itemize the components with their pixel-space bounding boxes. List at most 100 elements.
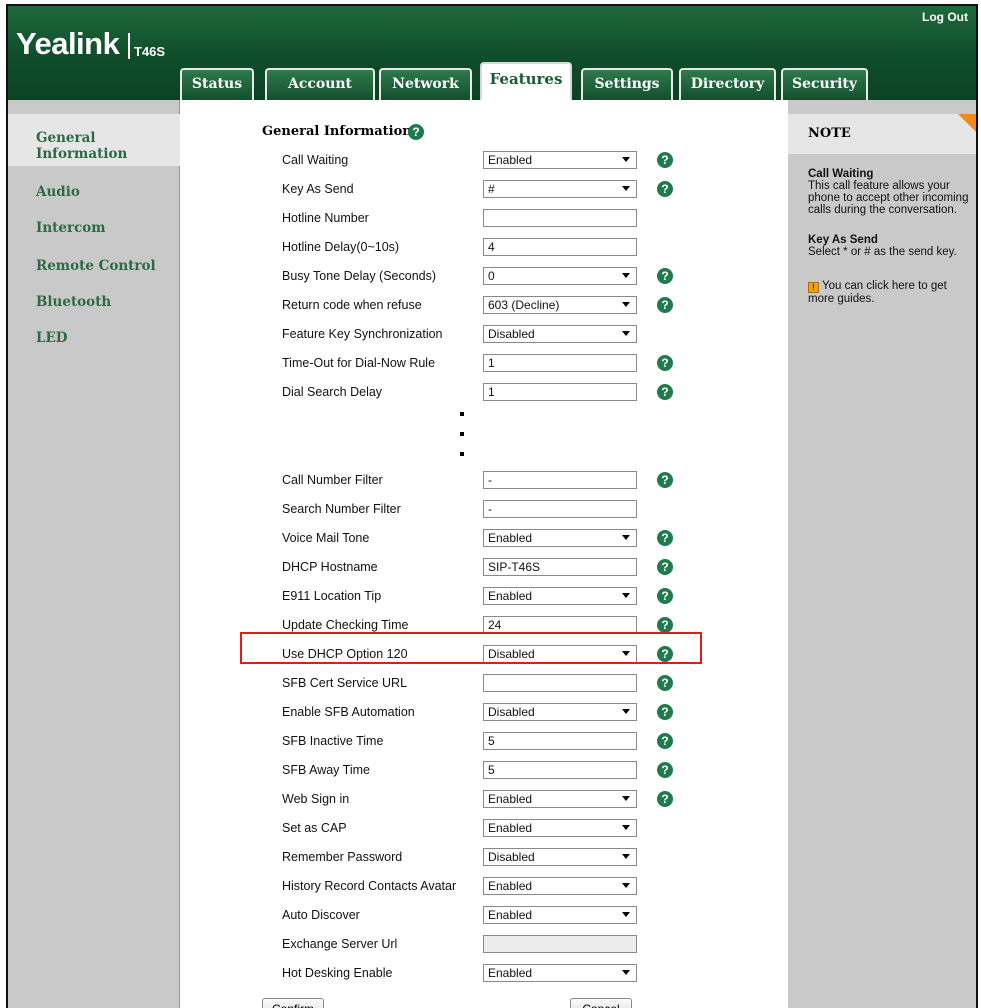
model-label: T46S [134,44,166,59]
voice-mail-tone-label: Voice Mail Tone [282,531,370,545]
sidebar-item-general-information[interactable]: General Information [36,130,127,162]
set-as-cap-select[interactable]: Enabled [483,819,637,837]
key-as-send-value: # [488,182,495,196]
guide-book-icon: ! [808,282,819,293]
remember-password-label: Remember Password [282,850,403,864]
help-icon[interactable]: ? [657,588,673,604]
section-help-icon[interactable]: ? [408,124,424,140]
feature-key-synchronization-value: Disabled [488,327,535,341]
call-number-filter-input[interactable]: - [483,471,637,489]
history-record-contacts-avatar-select[interactable]: Enabled [483,877,637,895]
cancel-button[interactable]: Cancel [570,998,632,1008]
help-icon[interactable]: ? [657,704,673,720]
help-icon[interactable]: ? [657,268,673,284]
help-icon[interactable]: ? [657,617,673,633]
web-sign-in-select[interactable]: Enabled [483,790,637,808]
history-record-contacts-avatar-value: Enabled [488,879,533,893]
sfb-cert-service-url-input[interactable] [483,674,637,692]
sfb-away-time-input[interactable]: 5 [483,761,637,779]
note-panel: NOTE Call Waiting This call feature allo… [788,100,976,1008]
help-icon[interactable]: ? [657,355,673,371]
feature-key-synchronization-label: Feature Key Synchronization [282,327,443,341]
dial-search-delay-input[interactable]: 1 [483,383,637,401]
note-key-as-send-title: Key As Send [808,234,878,246]
help-icon[interactable]: ? [657,297,673,313]
logout-link[interactable]: Log Out [922,10,968,24]
key-as-send-label: Key As Send [282,182,354,196]
hot-desking-enable-select[interactable]: Enabled [483,964,637,982]
time-out-for-dial-now-rule-label: Time-Out for Dial-Now Rule [282,356,436,370]
note-call-waiting: Call Waiting This call feature allows yo… [808,168,974,216]
help-icon[interactable]: ? [657,675,673,691]
remember-password-select[interactable]: Disabled [483,848,637,866]
tab-security[interactable]: Security [781,68,868,100]
tab-network[interactable]: Network [379,68,472,100]
note-guide-text[interactable]: You can click here to get more guides. [808,280,947,305]
sidebar-item-audio[interactable]: Audio [36,184,80,200]
exchange-server-url-label: Exchange Server Url [282,937,398,951]
note-guide[interactable]: ! You can click here to get more guides. [808,280,974,305]
remember-password-value: Disabled [488,850,535,864]
ellipsis-dot [460,412,464,416]
dropdown-arrow-icon [622,331,630,336]
help-icon[interactable]: ? [657,791,673,807]
call-number-filter-label: Call Number Filter [282,473,383,487]
sidebar-item-remote-control[interactable]: Remote Control [36,258,156,274]
voice-mail-tone-value: Enabled [488,531,533,545]
ellipsis-dot [460,432,464,436]
help-icon[interactable]: ? [657,472,673,488]
update-checking-time-value: 24 [488,618,502,632]
browser-frame: Log Out Yealink T46S Status Account Netw… [6,4,978,1008]
dropdown-arrow-icon [622,912,630,917]
tab-status[interactable]: Status [180,68,254,100]
dhcp-hostname-label: DHCP Hostname [282,560,378,574]
sfb-inactive-time-input[interactable]: 5 [483,732,637,750]
dropdown-arrow-icon [622,535,630,540]
busy-tone-delay-seconds-select[interactable]: 0 [483,267,637,285]
help-icon[interactable]: ? [657,733,673,749]
help-icon[interactable]: ? [657,530,673,546]
help-icon[interactable]: ? [657,762,673,778]
set-as-cap-value: Enabled [488,821,533,835]
tab-settings[interactable]: Settings [581,68,673,100]
enable-sfb-automation-select[interactable]: Disabled [483,703,637,721]
tab-account[interactable]: Account [265,68,375,100]
search-number-filter-label: Search Number Filter [282,502,401,516]
ellipsis-dot [460,452,464,456]
hotline-number-label: Hotline Number [282,211,369,225]
exchange-server-url-input[interactable] [483,935,637,953]
hotline-delay-0-10s-input[interactable]: 4 [483,238,637,256]
call-waiting-value: Enabled [488,153,533,167]
dhcp-hostname-input[interactable]: SIP-T46S [483,558,637,576]
sidebar-item-intercom[interactable]: Intercom [36,220,106,236]
return-code-when-refuse-label: Return code when refuse [282,298,422,312]
dhcp-hostname-value: SIP-T46S [488,560,541,574]
sidebar-item-led[interactable]: LED [36,330,68,346]
tab-directory[interactable]: Directory [679,68,776,100]
key-as-send-select[interactable]: # [483,180,637,198]
confirm-button[interactable]: Confirm [262,998,324,1008]
voice-mail-tone-select[interactable]: Enabled [483,529,637,547]
tab-features[interactable]: Features [480,62,572,100]
auto-discover-select[interactable]: Enabled [483,906,637,924]
help-icon[interactable]: ? [657,152,673,168]
feature-key-synchronization-select[interactable]: Disabled [483,325,637,343]
return-code-when-refuse-select[interactable]: 603 (Decline) [483,296,637,314]
help-icon[interactable]: ? [657,384,673,400]
help-icon[interactable]: ? [657,559,673,575]
sidebar-item-bluetooth[interactable]: Bluetooth [36,294,111,310]
time-out-for-dial-now-rule-input[interactable]: 1 [483,354,637,372]
time-out-for-dial-now-rule-value: 1 [488,356,495,370]
search-number-filter-input[interactable]: - [483,500,637,518]
hotline-delay-0-10s-value: 4 [488,240,495,254]
busy-tone-delay-seconds-label: Busy Tone Delay (Seconds) [282,269,437,283]
busy-tone-delay-seconds-value: 0 [488,269,495,283]
dropdown-arrow-icon [622,709,630,714]
sfb-cert-service-url-label: SFB Cert Service URL [282,676,408,690]
help-icon[interactable]: ? [657,181,673,197]
hotline-number-input[interactable] [483,209,637,227]
e911-location-tip-select[interactable]: Enabled [483,587,637,605]
return-code-when-refuse-value: 603 (Decline) [488,298,560,312]
call-waiting-select[interactable]: Enabled [483,151,637,169]
note-call-waiting-text: This call feature allows your phone to a… [808,180,969,216]
